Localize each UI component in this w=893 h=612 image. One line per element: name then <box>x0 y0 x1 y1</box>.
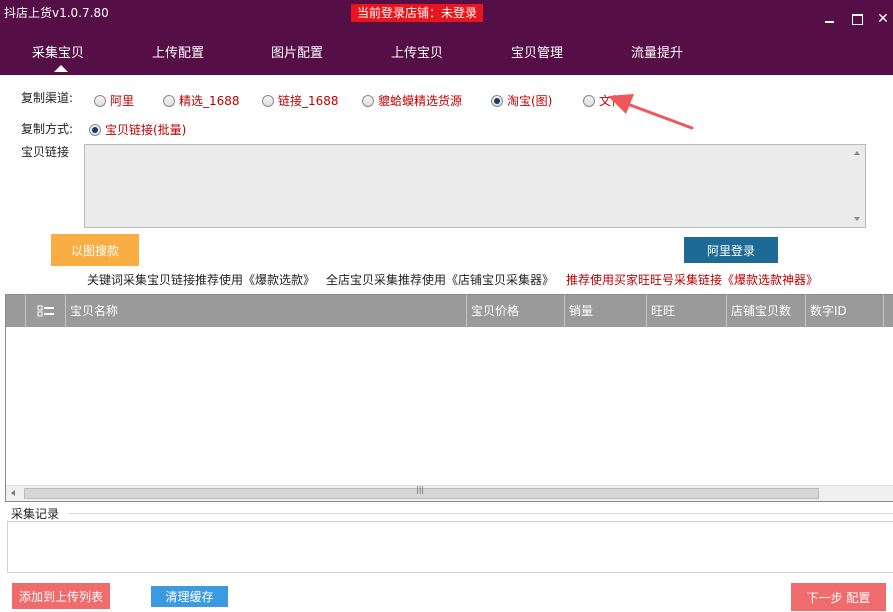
channel-radio-toad-source[interactable]: 貔蛤蟆精选货源 <box>362 92 462 109</box>
scroll-down-icon[interactable] <box>854 217 860 221</box>
hint-shop[interactable]: 全店宝贝采集推荐使用《店铺宝贝采集器》 <box>326 271 554 288</box>
radio-circle <box>262 94 274 107</box>
radio-circle-selected <box>491 94 503 107</box>
links-textarea[interactable] <box>84 144 866 228</box>
radio-label: 宝贝链接(批量) <box>105 123 187 137</box>
scroll-left-icon[interactable] <box>11 490 15 496</box>
log-divider <box>68 513 893 514</box>
title-bar: 抖店上货v1.0.7.80 当前登录店铺：未登录 ✕ 采集宝贝 上传配置 图片配… <box>0 0 893 75</box>
col-sales[interactable]: 销量 <box>565 295 647 327</box>
login-status-badge: 当前登录店铺：未登录 <box>351 4 484 22</box>
table-hscrollbar[interactable]: ||| <box>6 485 893 501</box>
tab-item-management[interactable]: 宝贝管理 <box>511 42 563 61</box>
minimize-icon[interactable] <box>820 10 838 28</box>
tab-traffic-boost[interactable]: 流量提升 <box>631 42 683 61</box>
next-step-button[interactable]: 下一步 配置 <box>791 583 886 611</box>
channel-radio-selected-1688[interactable]: 精选_1688 <box>163 92 240 109</box>
log-label: 采集记录 <box>11 507 60 521</box>
grip-icon: ||| <box>416 485 425 494</box>
tab-upload-items[interactable]: 上传宝贝 <box>391 42 443 61</box>
channel-radio-link-1688[interactable]: 链接_1688 <box>262 92 339 109</box>
links-scrollbar[interactable] <box>849 145 865 227</box>
tab-collect[interactable]: 采集宝贝 <box>32 42 84 61</box>
col-item-price[interactable]: 宝贝价格 <box>467 295 565 327</box>
col-item-name[interactable]: 宝贝名称 <box>66 295 467 327</box>
maximize-icon[interactable] <box>848 10 866 28</box>
close-icon[interactable]: ✕ <box>874 10 892 28</box>
row-header-corner <box>6 295 26 327</box>
radio-circle <box>163 94 175 107</box>
method-radio-batch-links[interactable]: 宝贝链接(批量) <box>89 121 186 138</box>
table-header: 宝贝名称 宝贝价格 销量 旺旺 店铺宝贝数 数字ID <box>6 295 893 327</box>
channel-radio-taobao-image[interactable]: 淘宝(图) <box>491 92 552 109</box>
radio-label: 精选_1688 <box>179 94 240 108</box>
radio-label: 链接_1688 <box>278 94 339 108</box>
log-output[interactable] <box>7 521 893 573</box>
image-search-button[interactable]: 以图搜款 <box>51 234 139 266</box>
radio-label: 淘宝(图) <box>507 94 553 108</box>
col-more <box>884 295 893 327</box>
col-wangwang[interactable]: 旺旺 <box>647 295 727 327</box>
hint-keyword[interactable]: 关键词采集宝贝链接推荐使用《爆款选款》 <box>87 271 315 288</box>
main-nav: 采集宝贝 上传配置 图片配置 上传宝贝 宝贝管理 流量提升 <box>0 38 893 75</box>
ali-login-button[interactable]: 阿里登录 <box>684 237 778 263</box>
checklist-icon <box>37 305 54 317</box>
links-label: 宝贝链接 <box>21 145 70 159</box>
radio-circle-selected <box>89 123 101 136</box>
method-label: 复制方式: <box>21 122 74 136</box>
col-numeric-id[interactable]: 数字ID <box>806 295 884 327</box>
channel-label: 复制渠道: <box>21 91 74 105</box>
scroll-up-icon[interactable] <box>854 151 860 155</box>
active-tab-indicator <box>54 65 68 72</box>
select-all-checkbox[interactable] <box>26 295 66 327</box>
clear-cache-button[interactable]: 清理缓存 <box>151 586 228 607</box>
app-title: 抖店上货v1.0.7.80 <box>4 6 109 20</box>
channel-radio-ali[interactable]: 阿里 <box>94 92 134 109</box>
hint-recommend[interactable]: 推荐使用买家旺旺号采集链接《爆款选款神器》 <box>566 271 818 288</box>
add-to-upload-button[interactable]: 添加到上传列表 <box>12 583 110 609</box>
col-shop-item-count[interactable]: 店铺宝贝数 <box>727 295 806 327</box>
radio-circle <box>94 94 106 107</box>
radio-circle <box>362 94 374 107</box>
annotation-arrow-icon <box>608 94 694 130</box>
radio-label: 阿里 <box>110 94 135 108</box>
items-table[interactable]: 宝贝名称 宝贝价格 销量 旺旺 店铺宝贝数 数字ID ||| <box>5 294 893 502</box>
radio-label: 貔蛤蟆精选货源 <box>378 94 463 108</box>
tab-upload-config[interactable]: 上传配置 <box>152 42 204 61</box>
tab-image-config[interactable]: 图片配置 <box>271 42 323 61</box>
radio-circle <box>583 94 595 107</box>
